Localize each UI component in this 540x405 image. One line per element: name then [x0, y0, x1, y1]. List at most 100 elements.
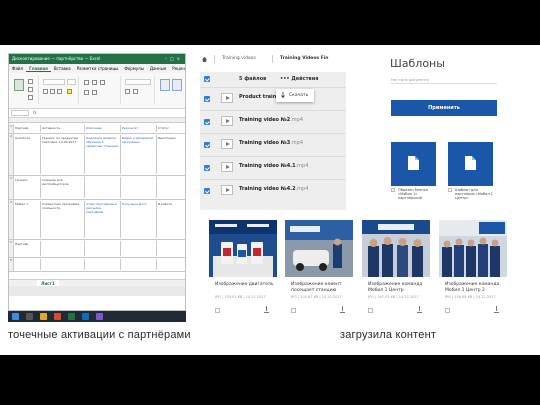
- gallery-card[interactable]: Изображение клиент посещает станцию JPG …: [285, 220, 353, 313]
- sheet-cell[interactable]: Видео и материалы загружены: [121, 135, 157, 174]
- font-name-select[interactable]: [43, 79, 65, 85]
- sheet-cell[interactable]: [85, 241, 121, 256]
- sheet-cell[interactable]: Мобил 1: [14, 201, 41, 238]
- ribbon-tab[interactable]: Формулы: [121, 66, 147, 71]
- sheet-cell[interactable]: Описание: [85, 125, 121, 132]
- file-name[interactable]: Training video №4.2.mp4: [239, 186, 308, 192]
- sheet-cell[interactable]: Audi/Coca: [14, 135, 41, 174]
- sheet-cell[interactable]: Старт программы и рассылка партнёрам: [85, 201, 121, 238]
- copy-icon[interactable]: [28, 87, 33, 92]
- sheet-cell[interactable]: [157, 241, 185, 256]
- fill-color-icon[interactable]: [67, 89, 72, 94]
- template-card[interactable]: [448, 142, 493, 186]
- document-type-filter[interactable]: Нет типа документа: [391, 78, 497, 84]
- select-checkbox[interactable]: [368, 308, 373, 313]
- sheet-cell[interactable]: Результат: [121, 125, 157, 132]
- sheet-cell[interactable]: [121, 259, 157, 270]
- download-menu-item[interactable]: Скачать: [289, 89, 308, 102]
- file-name[interactable]: Training video №2.mp4: [239, 117, 303, 123]
- file-name[interactable]: Training video №4.1.mp4: [239, 163, 308, 169]
- wrap-text-icon[interactable]: [84, 90, 89, 95]
- percent-icon[interactable]: [125, 89, 130, 94]
- format-painter-icon[interactable]: [28, 95, 33, 100]
- teams-icon[interactable]: [96, 313, 103, 320]
- search-icon[interactable]: [26, 313, 33, 320]
- sheet-cell[interactable]: Совместная программа лояльности: [41, 201, 85, 238]
- select-checkbox[interactable]: [291, 308, 296, 313]
- ribbon-tab[interactable]: Главная: [26, 66, 51, 72]
- italic-icon[interactable]: [50, 89, 55, 94]
- select-all-checkbox[interactable]: [204, 76, 210, 82]
- outlook-icon[interactable]: [82, 313, 89, 320]
- file-name[interactable]: Training video №3.mp4: [239, 140, 303, 146]
- browser-icon[interactable]: [54, 313, 61, 320]
- sheet-cell[interactable]: Партнёр: [14, 125, 41, 132]
- sheet-cell[interactable]: [41, 259, 85, 270]
- merge-icon[interactable]: [92, 90, 97, 95]
- sheet-cell[interactable]: Тренинг по продуктам партнёра, 12.06.201…: [41, 135, 85, 174]
- file-checkbox[interactable]: [204, 142, 210, 148]
- ribbon-tab[interactable]: Данные: [147, 66, 169, 71]
- sheet-cell[interactable]: Статус: [157, 125, 185, 132]
- actions-menu[interactable]: ••• Действия: [280, 76, 318, 82]
- download-icon[interactable]: [494, 306, 499, 313]
- bold-icon[interactable]: [43, 89, 48, 94]
- spreadsheet-grid[interactable]: 1 Партнёр Активность Описание Результат Стату…: [9, 118, 185, 296]
- gallery-card[interactable]: Изображение команда Мобил 1 Центр 2 JPG …: [439, 220, 507, 313]
- file-row[interactable]: Product training N: [200, 87, 346, 109]
- excel-icon[interactable]: [68, 313, 75, 320]
- file-row[interactable]: Training video №2.mp4: [200, 110, 346, 132]
- download-icon[interactable]: [340, 306, 345, 313]
- number-format-select[interactable]: [125, 79, 151, 85]
- gallery-card[interactable]: Изображение двигатель JPG | 159.91 KB | …: [209, 220, 277, 313]
- underline-icon[interactable]: [57, 89, 62, 94]
- download-icon[interactable]: [417, 306, 422, 313]
- align-right-icon[interactable]: [100, 80, 105, 85]
- breadcrumb-item[interactable]: Training videos: [222, 54, 256, 64]
- template-checkbox[interactable]: [448, 188, 452, 192]
- file-checkbox[interactable]: [204, 119, 210, 125]
- start-icon[interactable]: [12, 313, 19, 320]
- ribbon-tab[interactable]: Файл: [9, 66, 26, 71]
- cut-icon[interactable]: [28, 79, 33, 84]
- file-row[interactable]: Training video №4.2.mp4: [200, 179, 346, 201]
- sheet-cell[interactable]: [121, 241, 157, 256]
- file-row[interactable]: Training video №3.mp4: [200, 133, 346, 155]
- font-size-select[interactable]: [67, 79, 76, 85]
- comma-icon[interactable]: [133, 89, 138, 94]
- download-icon[interactable]: [264, 306, 269, 313]
- ribbon-tab[interactable]: Разметка страницы: [74, 66, 122, 71]
- gallery-card[interactable]: Изображение команда Мобил 1 Центр JPG | …: [362, 220, 430, 313]
- name-box[interactable]: [11, 110, 29, 116]
- sheet-cell[interactable]: [41, 241, 85, 256]
- sheet-cell[interactable]: [157, 177, 185, 198]
- file-row[interactable]: Training video №4.1.mp4: [200, 156, 346, 178]
- explorer-icon[interactable]: [40, 313, 47, 320]
- sheet-cell[interactable]: Семинар для дистрибьюторов: [41, 177, 85, 198]
- sheet-cell[interactable]: [14, 259, 41, 270]
- sheet-cell[interactable]: [85, 259, 121, 270]
- select-checkbox[interactable]: [215, 308, 220, 313]
- sheet-cell[interactable]: В работе: [157, 201, 185, 238]
- sheet-cell[interactable]: [85, 177, 121, 198]
- table-format-icon[interactable]: [172, 79, 182, 91]
- sheet-cell[interactable]: [121, 177, 157, 198]
- sheet-cell[interactable]: Партнёр: [14, 241, 41, 256]
- paste-icon[interactable]: [14, 79, 24, 91]
- template-checkbox[interactable]: [391, 188, 395, 192]
- sheet-cell[interactable]: Выполнено: [157, 135, 185, 174]
- fx-icon[interactable]: fx: [33, 109, 37, 117]
- home-icon[interactable]: [202, 57, 207, 62]
- sheet-cell[interactable]: Получены фото: [121, 201, 157, 238]
- sheet-cell[interactable]: [157, 259, 185, 270]
- window-controls-icon[interactable]: –□×: [165, 54, 183, 64]
- ribbon-tab[interactable]: Вставка: [51, 66, 74, 71]
- align-center-icon[interactable]: [92, 80, 97, 85]
- file-checkbox[interactable]: [204, 165, 210, 171]
- file-checkbox[interactable]: [204, 188, 210, 194]
- sheet-cell[interactable]: Активность: [41, 125, 85, 132]
- template-card[interactable]: [391, 142, 436, 186]
- file-checkbox[interactable]: [204, 96, 210, 102]
- select-checkbox[interactable]: [445, 308, 450, 313]
- sheet-cell[interactable]: Генезис: [14, 177, 41, 198]
